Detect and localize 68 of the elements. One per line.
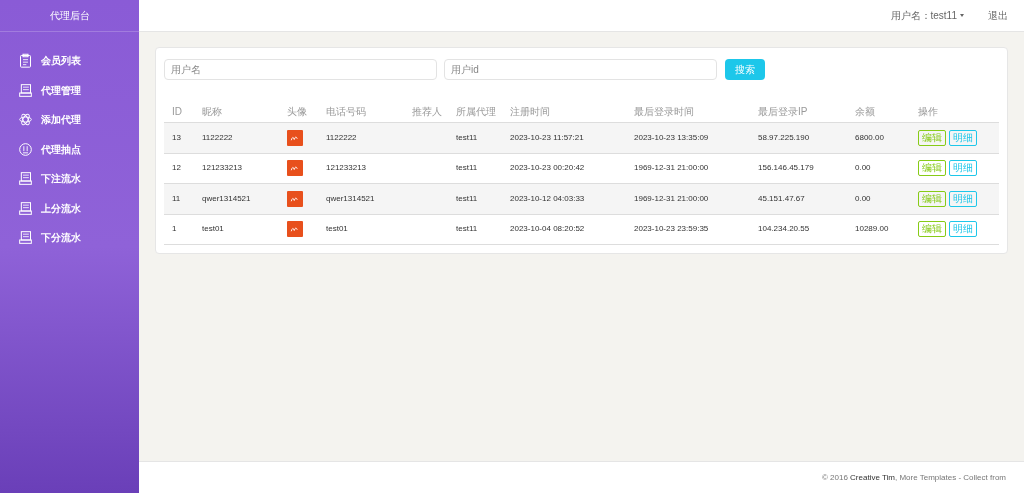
column-header: 最后登录IP: [750, 104, 847, 123]
monitor-icon: [18, 82, 33, 98]
table-cell: 1122222: [326, 132, 357, 142]
table-cell: test11: [456, 163, 478, 173]
table-cell: 1969-12-31 21:00:00: [634, 163, 709, 173]
column-header: ID: [164, 104, 194, 123]
logout-link[interactable]: 退出: [988, 8, 1008, 23]
table-cell: 6800.00: [855, 132, 884, 142]
table-cell: 121233213: [202, 163, 243, 173]
search-field[interactable]: 用户名: [164, 59, 437, 80]
table-cell: 2023-10-12 04:03:33: [510, 193, 585, 203]
column-header: 头像: [279, 104, 318, 123]
atom-icon: [18, 112, 33, 128]
table-cell: qwer1314521: [326, 193, 375, 203]
table-cell: 45.151.47.67: [758, 193, 805, 203]
avatar-logo: [287, 160, 303, 177]
caret-icon: [960, 14, 964, 17]
avatar-logo: [287, 190, 303, 207]
table-cell: 0.00: [855, 193, 871, 203]
search-field[interactable]: 用户id: [444, 59, 717, 80]
table-cell: 58.97.225.190: [758, 132, 810, 142]
table-cell: test11: [456, 224, 478, 234]
column-header: 所属代理: [448, 104, 502, 123]
table-cell: 13: [172, 132, 181, 142]
table-cell: test11: [456, 193, 478, 203]
column-header: 最后登录时间: [626, 104, 750, 123]
table-cell: test01: [202, 224, 224, 234]
table-cell: 0.00: [855, 163, 871, 173]
table-cell: 2023-10-04 08:20:52: [510, 224, 585, 234]
monitor-icon: [18, 230, 33, 246]
monitor-icon: [18, 200, 33, 216]
column-header: 电话号码: [318, 104, 404, 123]
table-cell: test01: [326, 224, 348, 234]
column-header: 昵称: [194, 104, 279, 123]
sidebar-item[interactable]: 下注流水: [0, 164, 139, 194]
table-cell: test11: [456, 132, 478, 142]
sidebar-item[interactable]: 代理抽点: [0, 134, 139, 164]
column-header: 注册时间: [502, 104, 626, 123]
table-cell: qwer1314521: [202, 193, 251, 203]
table-cell: 2023-10-23 11:57:21: [510, 132, 584, 142]
table-cell: 104.234.20.55: [758, 224, 810, 234]
table-cell: 12: [172, 163, 181, 173]
sidebar-item[interactable]: 上分流水: [0, 193, 139, 223]
table-cell: 2023-10-23 00:20:42: [510, 163, 585, 173]
table-cell: 1969-12-31 21:00:00: [634, 193, 709, 203]
footer-text: © 2016 Creative Tim, More Templates - Collect from: [821, 471, 1006, 484]
avatar-logo: [287, 221, 303, 238]
clipboard-icon: [18, 53, 33, 69]
circle-icon: [18, 141, 33, 157]
table-cell: 1122222: [202, 132, 233, 142]
user-menu[interactable]: 用户名：test11: [890, 8, 964, 23]
monitor-icon: [18, 171, 33, 187]
table-cell: 2023-10-23 23:59:35: [634, 224, 709, 234]
column-header: 推荐人: [404, 104, 448, 123]
sidebar-item[interactable]: 会员列表: [0, 46, 139, 76]
sidebar-item[interactable]: 代理管理: [0, 75, 139, 105]
column-header: 操作: [910, 104, 999, 123]
table-cell: 11: [172, 193, 181, 203]
table-cell: 156.146.45.179: [758, 163, 814, 173]
sidebar-item[interactable]: 下分流水: [0, 223, 139, 253]
column-header: 余额: [847, 104, 910, 123]
table-cell: 2023-10-23 13:35:09: [634, 132, 709, 142]
footer-link[interactable]: Creative Tim: [850, 472, 895, 482]
table-cell: 121233213: [326, 163, 367, 173]
table-cell: 10289.00: [855, 224, 889, 234]
sidebar-item[interactable]: 添加代理: [0, 105, 139, 135]
avatar-logo: [287, 129, 303, 146]
table-cell: 1: [172, 224, 177, 234]
